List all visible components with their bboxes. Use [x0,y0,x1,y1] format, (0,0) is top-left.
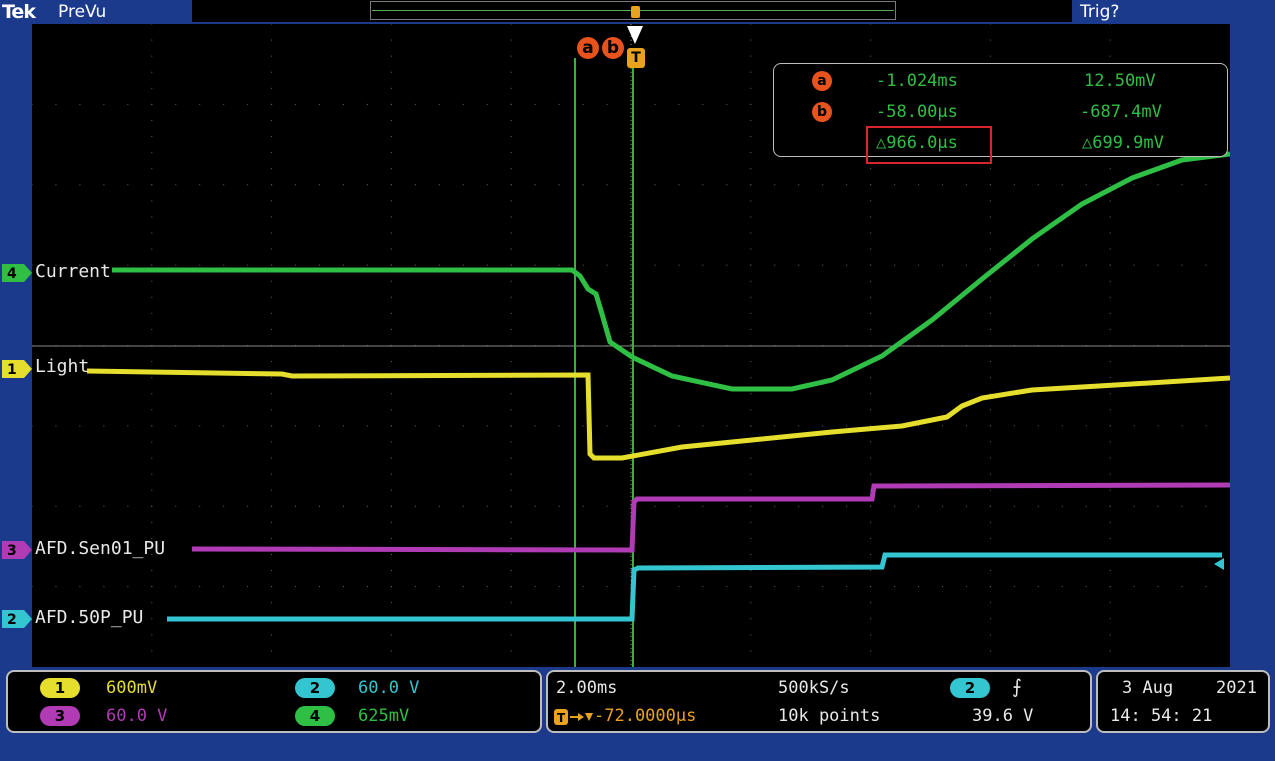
cursor-a-badge[interactable]: a [577,37,599,59]
ch3-ground-marker[interactable]: 3 [2,541,32,559]
ch3-chip[interactable]: 3 [40,706,80,726]
cursor-delta-value: △699.9mV [1082,133,1164,153]
ch2-scale: 60.0 V [358,678,420,698]
horizontal-trigger-panel[interactable]: 2.00ms 500kS/s T -72.0000µs 10k points 2… [546,670,1092,733]
cursor-b-badge[interactable]: b [602,37,624,59]
record-length: 10k points [778,706,881,726]
delta-time-highlight [866,126,992,164]
cursor-b-time: -58.00µs [876,102,958,122]
trace-ch4-current [112,151,1230,392]
svg-text:4: 4 [7,266,17,282]
year: 2021 [1216,678,1257,698]
ch4-ground-marker[interactable]: 4 [2,264,32,282]
ch1-scale: 600mV [106,678,158,698]
ch3-label: AFD.Sen01_PU [35,538,166,559]
ch2-label: AFD.50P_PU [35,607,144,628]
svg-text:T: T [557,711,566,725]
cursor-b-value: -687.4mV [1080,102,1162,122]
svg-text:3: 3 [7,543,17,559]
ch3-scale: 60.0 V [106,706,168,726]
svg-text:1: 1 [7,362,17,378]
trigger-position-marker[interactable]: T [627,48,645,68]
date-time-panel: 3 Aug 2021 14: 54: 21 [1096,670,1270,733]
trigger-status: Trig? [1080,2,1120,22]
trigger-level: 39.6 V [972,706,1034,726]
trace-ch3-sen01 [191,482,1230,553]
cursor-a-value: 12.50mV [1084,71,1156,91]
cursor-readout-panel: a -1.024ms 12.50mV b -58.00µs -687.4mV △… [773,63,1228,157]
time-per-div: 2.00ms [556,678,618,698]
ch2-trigger-level-arrow [1214,558,1224,570]
horizontal-position[interactable]: -72.0000µs [594,706,696,726]
readout-a-badge: a [812,71,832,91]
ch2-ground-marker[interactable]: 2 [2,610,32,628]
sample-rate: 500kS/s [778,678,850,698]
vertical-settings-panel[interactable]: 1 600mV 2 60.0 V 3 60.0 V 4 625mV [6,670,542,733]
ch1-chip[interactable]: 1 [40,678,80,698]
rising-edge-icon: ⨍ [1012,676,1022,698]
ch4-chip[interactable]: 4 [295,706,335,726]
trigger-source-chip[interactable]: 2 [950,678,990,698]
svg-text:2: 2 [7,612,17,628]
ch4-label: Current [35,261,111,282]
acquisition-mode: PreVu [58,2,107,22]
trace-ch1-light [86,368,1230,461]
ch1-label: Light [35,356,90,377]
brand-logo: Tek [2,1,36,23]
trigger-point-icon [627,6,643,44]
trigger-delay-icon: T [554,709,593,725]
cursor-a-time: -1.024ms [876,71,958,91]
ch4-scale: 625mV [358,706,410,726]
readout-b-badge: b [812,102,832,122]
ch1-ground-marker[interactable]: 1 [2,360,32,378]
ch2-chip[interactable]: 2 [295,678,335,698]
time: 14: 54: 21 [1110,706,1213,726]
trace-ch2-50p [167,552,1222,622]
date: 3 Aug [1122,678,1174,698]
